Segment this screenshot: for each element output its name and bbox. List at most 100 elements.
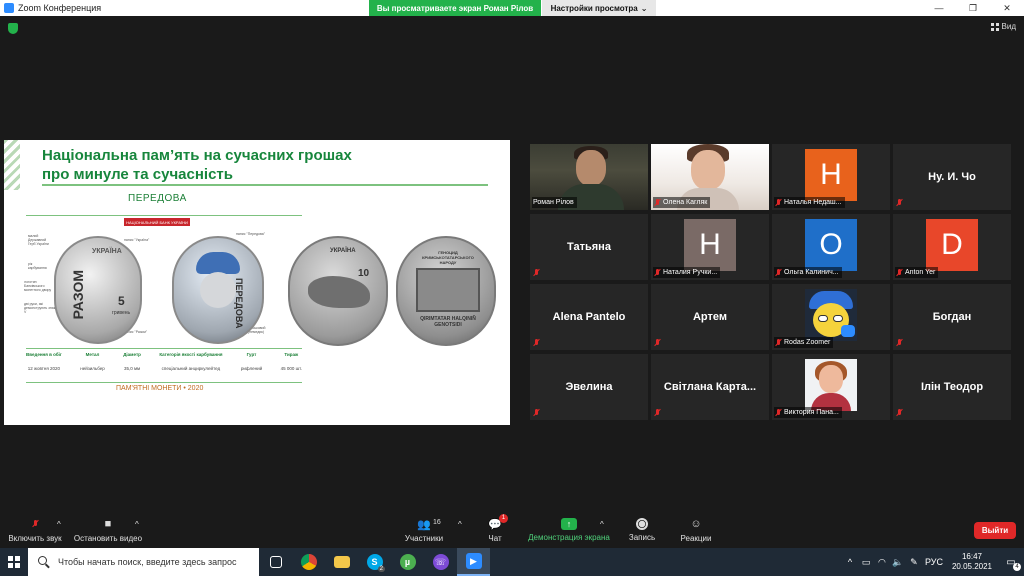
reactions-button[interactable]: ☺ Реакции (678, 512, 714, 548)
participant-tile[interactable]: Олена Кагляк (651, 144, 769, 210)
search-icon (38, 556, 47, 565)
spec-key: Метал (85, 352, 100, 357)
participants-count: 16 (433, 518, 441, 526)
participant-tile[interactable]: O Ольга Калинич... (772, 214, 890, 280)
annotation-year: рік карбування (28, 262, 47, 270)
annotation-peredova: напис "Передова" (236, 232, 265, 236)
chrome-icon (300, 554, 317, 570)
maximize-button[interactable]: ❐ (956, 0, 990, 16)
close-button[interactable]: ✕ (990, 0, 1024, 16)
stop-video-button[interactable]: ■ Остановить видео (72, 512, 144, 548)
participant-name-display: Ілін Теодор (920, 381, 984, 393)
participant-tile[interactable]: Роман Рілов (530, 144, 648, 210)
record-button[interactable]: Запись (626, 512, 658, 548)
participant-tile[interactable]: Світлана Карта... (651, 354, 769, 420)
language-indicator[interactable]: РУС (922, 557, 946, 567)
chat-unread-badge: 1 (499, 513, 508, 523)
participant-avatar: D (926, 219, 978, 271)
share-screen-label: Демонстрация экрана (528, 533, 610, 542)
participant-tile[interactable]: Виктория Пана... (772, 354, 890, 420)
coin-peredova-cap (196, 252, 240, 274)
participant-name-tag: Виктория Пана... (774, 407, 842, 418)
start-button[interactable] (0, 548, 28, 576)
participant-status (895, 197, 906, 208)
participant-name: Виктория Пана... (784, 409, 839, 416)
record-icon (636, 518, 648, 530)
encryption-shield-icon[interactable] (8, 23, 18, 34)
participant-avatar: O (805, 219, 857, 271)
window-controls: — ❐ ✕ (922, 0, 1024, 16)
participant-name-display: Татьяна (567, 241, 611, 253)
spec-quality: Категорія якості карбування спеціальний … (159, 352, 222, 371)
slide-heading-line2: про минуле та сучасність (42, 166, 233, 183)
participant-tile[interactable]: Rodas Zoomer (772, 284, 890, 350)
minimize-button[interactable]: — (922, 0, 956, 16)
pen-icon[interactable]: ✎ (906, 557, 922, 568)
view-settings-button[interactable]: Настройки просмотра ⌄ (542, 0, 656, 16)
participant-tile[interactable]: H Наталия Ручки... (651, 214, 769, 280)
volume-icon[interactable]: 🔈 (890, 557, 906, 568)
leave-meeting-button[interactable]: Выйти (974, 522, 1016, 539)
participant-tile[interactable]: H Наталья Недаш... (772, 144, 890, 210)
notification-center-button[interactable]: ▭ 4 (998, 548, 1024, 576)
zoom-window: Zoom Конференция Вы просматриваете экран… (0, 0, 1024, 576)
file-explorer-taskbar-button[interactable] (325, 548, 358, 576)
spec-value: рифлений (240, 366, 263, 371)
taskbar-clock[interactable]: 16:47 20.05.2021 (952, 552, 992, 572)
spec-key: Діаметр (123, 352, 141, 357)
unmute-button[interactable]: Включить звук (6, 512, 64, 548)
spec-value: спеціальний анциркулейтед (161, 366, 221, 371)
specs-divider (26, 348, 302, 349)
participants-button[interactable]: 👥 16 Участники (402, 512, 446, 548)
show-hidden-icons-icon[interactable]: ^ (842, 557, 858, 567)
annotation-mint-logo: логотип Банківського монетного двору (24, 280, 52, 292)
chat-bubble-icon: 💬 1 (488, 513, 508, 531)
spec-value: 35,0 мм (123, 366, 141, 371)
participant-name-display: Эвелина (565, 381, 613, 393)
torrent-icon: µ (399, 554, 416, 570)
muted-mic-icon (533, 268, 540, 277)
participant-tile[interactable]: D Anton Yer (893, 214, 1011, 280)
viber-taskbar-button[interactable]: ☏ (424, 548, 457, 576)
audio-options-caret-icon[interactable]: ^ (57, 520, 61, 529)
participant-tile[interactable]: Ілін Теодор (893, 354, 1011, 420)
spec-key: Введення в обіг (26, 352, 62, 357)
chat-button[interactable]: 💬 1 Чат (482, 512, 508, 548)
participant-tile[interactable]: Alena Pantelo (530, 284, 648, 350)
muted-mic-icon (896, 198, 903, 207)
skype-taskbar-button[interactable]: S2 (358, 548, 391, 576)
muted-mic-icon (896, 268, 903, 277)
torrent-taskbar-button[interactable]: µ (391, 548, 424, 576)
record-label: Запись (628, 533, 656, 542)
crimea-map-relief (308, 276, 370, 308)
chrome-taskbar-button[interactable] (292, 548, 325, 576)
muted-mic-icon (533, 338, 540, 347)
windows-taskbar: Чтобы начать поиск, введите здесь запрос… (0, 548, 1024, 576)
battery-icon[interactable]: ▭ (858, 557, 874, 568)
participant-tile[interactable]: Артем (651, 284, 769, 350)
task-view-button[interactable] (259, 548, 292, 576)
stop-video-label: Остановить видео (73, 533, 143, 543)
share-options-caret-icon[interactable]: ^ (600, 520, 604, 529)
chevron-down-icon: ⌄ (640, 3, 648, 13)
zoom-app-icon (4, 3, 14, 13)
participant-status (532, 407, 543, 418)
spec-edge: Гурт рифлений (241, 352, 262, 371)
clock-date: 20.05.2021 (951, 562, 992, 571)
participant-tile[interactable]: Ну. И. Чо (893, 144, 1011, 210)
share-screen-button[interactable]: ↑ Демонстрация экрана (526, 512, 612, 548)
participant-tile[interactable]: Татьяна (530, 214, 648, 280)
taskbar-search-box[interactable]: Чтобы начать поиск, введите здесь запрос (28, 548, 259, 576)
zoom-taskbar-button[interactable]: ▶ (457, 548, 490, 576)
participant-tile[interactable]: Эвелина (530, 354, 648, 420)
video-options-caret-icon[interactable]: ^ (135, 520, 139, 529)
participants-options-caret-icon[interactable]: ^ (458, 520, 462, 529)
view-button[interactable]: Вид (990, 22, 1016, 31)
participant-tile[interactable]: Богдан (893, 284, 1011, 350)
slide-decoration (4, 140, 20, 190)
participant-status (895, 407, 906, 418)
muted-mic-icon (654, 198, 661, 207)
wifi-icon[interactable]: ◠ (874, 557, 890, 568)
folder-icon (333, 556, 350, 568)
view-button-label: Вид (1001, 22, 1016, 31)
